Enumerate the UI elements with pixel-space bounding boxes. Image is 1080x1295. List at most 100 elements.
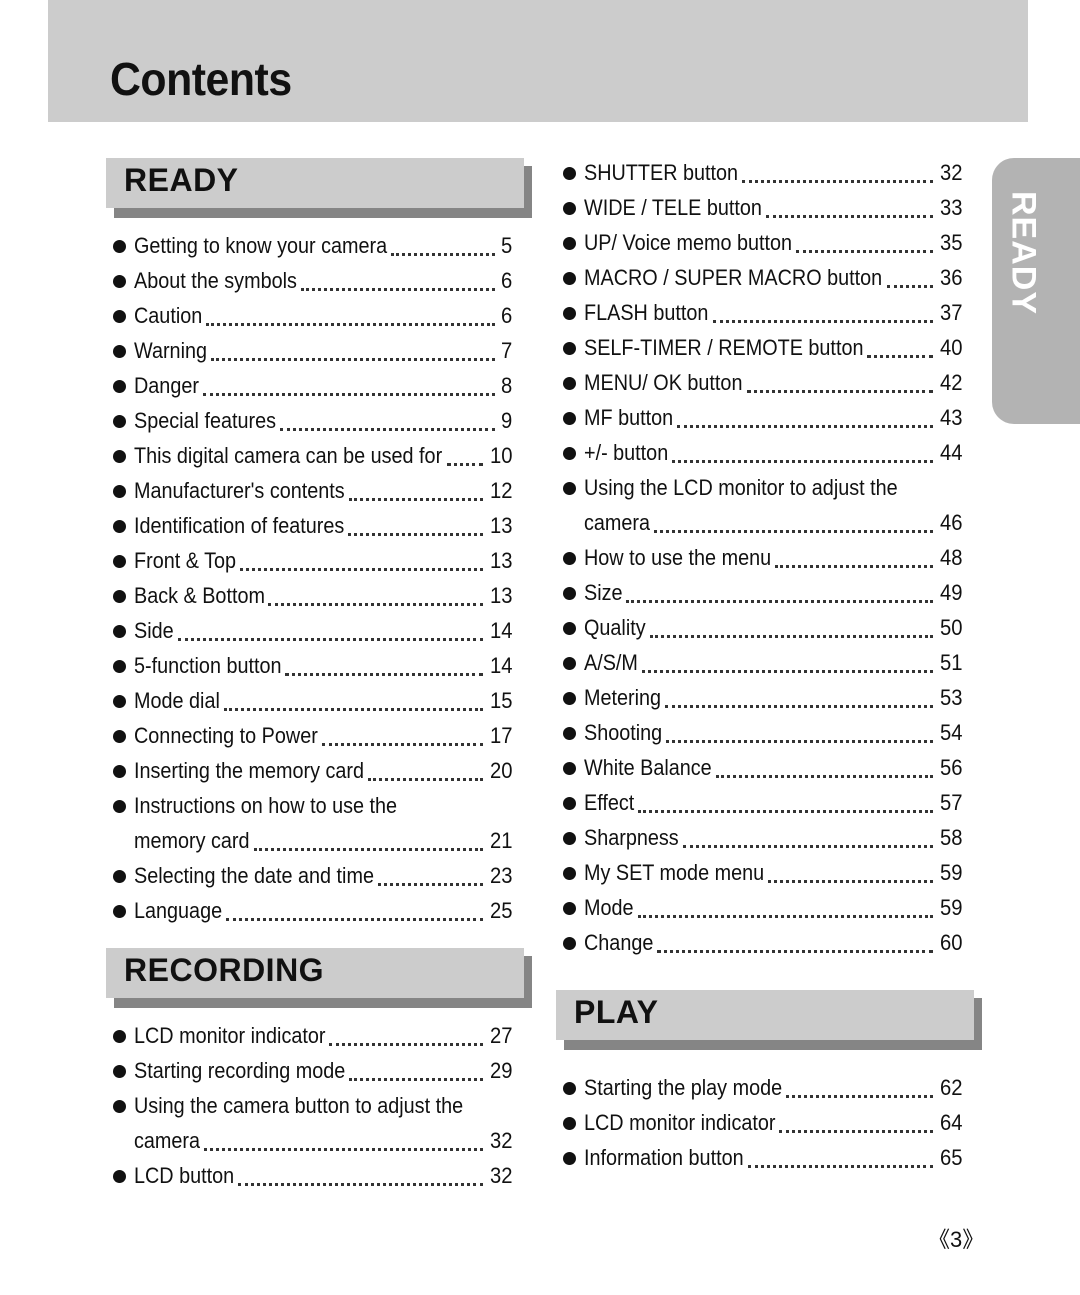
- toc-entry[interactable]: Using the LCD monitor to adjust the camer…: [556, 470, 982, 540]
- bullet-icon: [563, 482, 576, 495]
- toc-page-number: 13: [489, 548, 512, 573]
- toc-entry[interactable]: Size 49: [556, 575, 982, 610]
- toc-entry[interactable]: LCD monitor indicator 27: [106, 1018, 532, 1053]
- toc-entry[interactable]: White Balance 56: [556, 750, 982, 785]
- toc-entry-label: Selecting the date and time: [134, 863, 374, 888]
- side-tab-ready[interactable]: READY: [992, 158, 1080, 424]
- toc-page-number: 10: [489, 443, 512, 468]
- section-header-ready: READY: [106, 158, 532, 218]
- toc-entry[interactable]: UP/ Voice memo button 35: [556, 225, 982, 260]
- toc-entry-line: Front & Top: [134, 543, 487, 578]
- toc-entry[interactable]: MENU/ OK button 42: [556, 365, 982, 400]
- toc-entry[interactable]: MF button 43: [556, 400, 982, 435]
- toc-entry[interactable]: Connecting to Power 17: [106, 718, 532, 753]
- toc-entry[interactable]: Starting recording mode 29: [106, 1053, 532, 1088]
- toc-entry[interactable]: FLASH button 37: [556, 295, 982, 330]
- toc-entry-line: Manufacturer's contents: [134, 473, 487, 508]
- toc-entry[interactable]: About the symbols 6: [106, 263, 532, 298]
- toc-entry-line: White Balance: [584, 750, 937, 785]
- toc-entry-line: This digital camera can be used for: [134, 438, 487, 473]
- bullet-icon: [113, 800, 126, 813]
- toc-entry[interactable]: Front & Top 13: [106, 543, 532, 578]
- toc-entry[interactable]: WIDE / TELE button 33: [556, 190, 982, 225]
- dot-leader: [279, 428, 495, 431]
- toc-entry-label: Front & Top: [134, 548, 236, 573]
- dot-leader: [626, 600, 934, 603]
- toc-entry[interactable]: Change 60: [556, 925, 982, 960]
- toc-entry[interactable]: Instructions on how to use the memory car…: [106, 788, 532, 858]
- toc-entry[interactable]: Danger 8: [106, 368, 532, 403]
- dot-leader: [177, 638, 484, 641]
- toc-entry[interactable]: Manufacturer's contents 12: [106, 473, 532, 508]
- toc-entry-label: LCD button: [134, 1163, 235, 1188]
- toc-entry[interactable]: SHUTTER button 32: [556, 155, 982, 190]
- toc-entry[interactable]: This digital camera can be used for 10: [106, 438, 532, 473]
- toc-entry-line: Mode: [584, 890, 937, 925]
- toc-entry[interactable]: Side 14: [106, 613, 532, 648]
- toc-page-number: 60: [939, 930, 962, 955]
- toc-entry[interactable]: Selecting the date and time 23: [106, 858, 532, 893]
- toc-entry-line: Size: [584, 575, 937, 610]
- toc-entry[interactable]: LCD monitor indicator 64: [556, 1105, 982, 1140]
- bullet-icon: [563, 762, 576, 775]
- toc-entry[interactable]: Information button 65: [556, 1140, 982, 1175]
- side-tab-label: READY: [1004, 190, 1043, 316]
- toc-entry[interactable]: My SET mode menu 59: [556, 855, 982, 890]
- toc-entry[interactable]: Metering 53: [556, 680, 982, 715]
- toc-entry[interactable]: MACRO / SUPER MACRO button 36: [556, 260, 982, 295]
- toc-entry[interactable]: Language 25: [106, 893, 532, 928]
- dot-leader: [664, 705, 934, 708]
- toc-page-number: 50: [939, 615, 962, 640]
- toc-entry[interactable]: Caution 6: [106, 298, 532, 333]
- toc-entry[interactable]: Starting the play mode 62: [556, 1070, 982, 1105]
- toc-entry[interactable]: Mode 59: [556, 890, 982, 925]
- toc-entry[interactable]: Shooting 54: [556, 715, 982, 750]
- bullet-icon: [563, 1082, 576, 1095]
- toc-entry[interactable]: Warning 7: [106, 333, 532, 368]
- toc-entry[interactable]: Back & Bottom 13: [106, 578, 532, 613]
- toc-entry-line: About the symbols: [134, 263, 499, 298]
- toc-entry[interactable]: 5-function button 14: [106, 648, 532, 683]
- dot-leader: [638, 810, 934, 813]
- toc-entry-label: Size: [584, 580, 623, 605]
- toc-page-number: 17: [489, 723, 512, 748]
- toc-entry[interactable]: Getting to know your camera 5: [106, 228, 532, 263]
- toc-entry[interactable]: Inserting the memory card 20: [106, 753, 532, 788]
- toc-entry[interactable]: Mode dial 15: [106, 683, 532, 718]
- toc-entry-line: FLASH button: [584, 295, 937, 330]
- bullet-icon: [113, 310, 126, 323]
- bullet-icon: [563, 377, 576, 390]
- bullet-icon: [113, 555, 126, 568]
- bullet-icon: [113, 660, 126, 673]
- toc-entry[interactable]: How to use the menu 48: [556, 540, 982, 575]
- toc-entry[interactable]: A/S/M 51: [556, 645, 982, 680]
- toc-page-number: 65: [939, 1145, 962, 1170]
- toc-entry-label: Special features: [134, 408, 276, 433]
- toc-entry[interactable]: Special features 9: [106, 403, 532, 438]
- left-column: READY Getting to know your camera 5 About …: [106, 158, 532, 1193]
- toc-list-ready: Getting to know your camera 5 About the sy…: [106, 228, 532, 928]
- bullet-icon: [563, 657, 576, 670]
- toc-entry[interactable]: LCD button 32: [106, 1158, 532, 1193]
- toc-page-number: 21: [489, 828, 512, 853]
- toc-entry[interactable]: Quality 50: [556, 610, 982, 645]
- bullet-icon: [563, 202, 576, 215]
- toc-entry-label: Information button: [584, 1145, 744, 1170]
- toc-entry[interactable]: Effect 57: [556, 785, 982, 820]
- toc-entry-label: About the symbols: [134, 268, 297, 293]
- toc-entry[interactable]: Using the camera button to adjust the cam…: [106, 1088, 532, 1158]
- toc-entry-label: Warning: [134, 338, 207, 363]
- toc-page-number: 12: [489, 478, 512, 503]
- toc-entry-label: Danger: [134, 373, 199, 398]
- toc-entry-line: Mode dial: [134, 683, 487, 718]
- dot-leader: [391, 253, 495, 256]
- toc-entry-line: My SET mode menu: [584, 855, 937, 890]
- toc-entry[interactable]: Sharpness 58: [556, 820, 982, 855]
- toc-entry[interactable]: Identification of features 13: [106, 508, 532, 543]
- toc-entry[interactable]: SELF-TIMER / REMOTE button 40: [556, 330, 982, 365]
- toc-page-number: 62: [939, 1075, 962, 1100]
- toc-entry-label: A/S/M: [584, 650, 638, 675]
- toc-entry-label: Manufacturer's contents: [134, 478, 345, 503]
- bullet-icon: [563, 342, 576, 355]
- toc-entry[interactable]: +/- button 44: [556, 435, 982, 470]
